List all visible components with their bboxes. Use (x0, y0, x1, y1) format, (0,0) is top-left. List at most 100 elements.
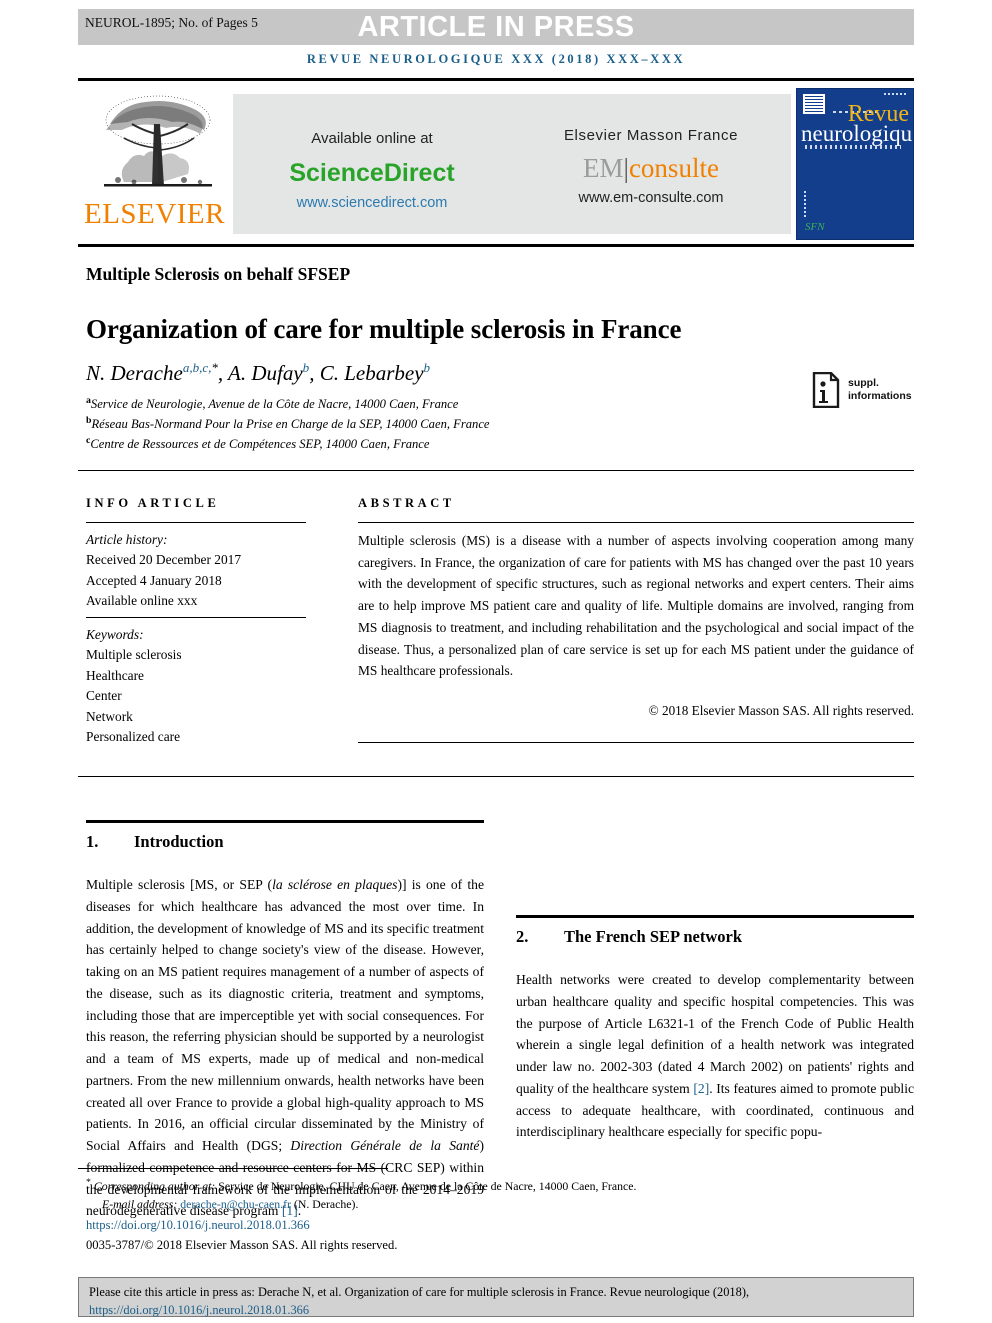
affiliation-text: Service de Neurologie, Avenue de la Côte… (90, 397, 459, 412)
article-history-block: Article history: Received 20 December 20… (86, 530, 316, 612)
info-article-heading: INFO ARTICLE (86, 496, 220, 510)
supplementary-line-2: informations (848, 389, 912, 402)
corresponding-author-address: Service de Neurologie, CHU de Caen, Aven… (215, 1178, 637, 1193)
emconsulte-prefix: EM (583, 153, 624, 183)
email-footnote: E-mail address: derache-n@chu-caen.fr (N… (86, 1195, 876, 1213)
cite-this-article-box: Please cite this article in press as: De… (78, 1277, 914, 1317)
body-column-left: 1. Introduction Multiple sclerosis [MS, o… (86, 820, 484, 1236)
affiliation-text: Réseau Bas-Normand Pour la Prise en Char… (91, 417, 490, 431)
sciencedirect-url-link[interactable]: www.sciencedirect.com (233, 195, 511, 211)
intro-italic-term: la sclérose en plaques (272, 877, 398, 892)
elsevier-wordmark: ELSEVIER (84, 198, 225, 230)
document-info-icon (812, 372, 840, 408)
cover-society-logo: SFN (805, 221, 825, 233)
network-paragraph: Health networks were created to develop … (516, 969, 914, 1143)
network-text-a: Health networks were created to develop … (516, 972, 914, 1096)
section-number: 1. (86, 832, 99, 851)
affiliation-item: aService de Neurologie, Avenue de la Côt… (86, 394, 806, 414)
introduction-paragraph: Multiple sclerosis [MS, or SEP (la sclér… (86, 874, 484, 1222)
keyword-item: Healthcare (86, 667, 144, 683)
elsevier-masson-france-label: Elsevier Masson France (563, 127, 739, 144)
body-column-right: 2. The French SEP network Health networks… (516, 820, 914, 1157)
elsevier-tree-icon (104, 95, 212, 187)
accepted-date: Accepted 4 January 2018 (86, 572, 222, 588)
cover-badge-icon (803, 94, 825, 114)
section-title: The French SEP network (564, 927, 742, 946)
publisher-banner: ELSEVIER Available online at ScienceDire… (78, 86, 914, 241)
rule-above-footnotes (78, 1168, 388, 1169)
affiliation-item: cCentre de Ressources et de Compétences … (86, 434, 806, 454)
keyword-item: Personalized care (86, 728, 181, 744)
rule-info-top (86, 522, 306, 523)
cite-doi-link[interactable]: https://doi.org/10.1016/j.neurol.2018.01… (89, 1303, 309, 1317)
journal-running-head: REVUE NEUROLOGIQUE XXX (2018) XXX–XXX (306, 52, 686, 66)
section-number: 2. (516, 927, 529, 946)
section-heading-network: 2. The French SEP network (516, 927, 914, 947)
cite-text-body: Please cite this article in press as: De… (89, 1285, 750, 1299)
cite-this-article-text: Please cite this article in press as: De… (89, 1284, 901, 1319)
author-name: C. Lebarbey (319, 361, 424, 385)
sciencedirect-wordmark: ScienceDirect (289, 159, 455, 187)
author-separator: , (217, 361, 229, 385)
citation-link-2[interactable]: [2] (693, 1081, 709, 1096)
affiliation-item: bRéseau Bas-Normand Pour la Prise en Cha… (86, 414, 806, 434)
author-list: N. Derachea,b,c,*, A. Dufayb, C. Lebarbe… (86, 360, 786, 386)
manuscript-id-label: NEUROL-1895; No. of Pages 5 (85, 15, 258, 30)
author-name: A. Dufay (228, 361, 303, 385)
affiliation-list: aService de Neurologie, Avenue de la Côt… (86, 394, 806, 453)
cover-spine-mark (804, 189, 806, 217)
author-affiliation-marks: a,b,c, (182, 360, 212, 375)
page-title: Organization of care for multiple sclero… (86, 314, 682, 345)
journal-cover-thumbnail: Revue neurologique SFN (796, 88, 914, 240)
author-affiliation-marks: b (423, 360, 431, 375)
supplementary-information-badge[interactable]: suppl. informations (812, 372, 922, 416)
affiliation-text: Centre de Ressources et de Compétences S… (90, 436, 430, 451)
footnote-block: * Corresponding author at: Service de Ne… (86, 1175, 876, 1256)
keyword-item: Network (86, 708, 133, 724)
footnote-star-marker: * (86, 1177, 91, 1188)
author-entry: C. Lebarbeyb (319, 360, 431, 385)
cover-title-neurologique: neurologique (801, 121, 914, 146)
email-owner: (N. Derache). (290, 1197, 359, 1212)
issn-copyright-line: 0035-3787/© 2018 Elsevier Masson SAS. Al… (86, 1238, 398, 1253)
keywords-block: Keywords: Multiple sclerosis Healthcare … (86, 625, 316, 747)
corresponding-author-footnote: * Corresponding author at: Service de Ne… (86, 1175, 876, 1195)
cover-topright-mark (884, 93, 908, 95)
abstract-copyright: © 2018 Elsevier Masson SAS. All rights r… (648, 703, 914, 718)
keyword-item: Center (86, 688, 122, 704)
author-separator: , (309, 361, 320, 385)
rule-below-running-head (78, 78, 914, 81)
corresponding-author-label: Corresponding author at: (93, 1178, 216, 1193)
article-history-label: Article history: (86, 532, 168, 547)
supplementary-label: suppl. informations (848, 377, 912, 403)
emconsulte-url-link[interactable]: www.em-consulte.com (511, 190, 791, 206)
emconsulte-wordmark: EM|consulte (511, 153, 791, 184)
author-entry: A. Dufayb (228, 360, 309, 385)
author-name: N. Derache (86, 361, 183, 385)
emconsulte-suffix: consulte (628, 153, 719, 183)
section-heading-introduction: 1. Introduction (86, 832, 484, 852)
email-link[interactable]: derache-n@chu-caen.fr (180, 1197, 291, 1211)
keyword-item: Multiple sclerosis (86, 647, 182, 663)
supplementary-line-1: suppl. (848, 377, 879, 389)
rule-above-info-abstract (78, 470, 914, 472)
series-label: Multiple Sclerosis on behalf SFSEP (86, 264, 351, 284)
intro-italic-term-2: Direction Générale de la Santé (290, 1138, 480, 1153)
intro-text-a: Multiple sclerosis [MS, or SEP ( (86, 877, 273, 892)
received-date: Received 20 December 2017 (86, 552, 242, 568)
cover-subtitle-rule (805, 145, 901, 149)
emconsulte-block: Elsevier Masson France EM|consulte www.e… (511, 94, 791, 234)
abstract-text: Multiple sclerosis (MS) is a disease wit… (358, 533, 914, 679)
rule-abstract-bottom (358, 742, 914, 743)
rule-info-keywords (86, 617, 306, 618)
section-title: Introduction (134, 832, 224, 851)
keywords-label: Keywords: (86, 627, 144, 642)
intro-text-b: )] is one of the diseases for which heal… (86, 877, 484, 1153)
availability-panel: Available online at ScienceDirect www.sc… (233, 94, 791, 234)
doi-link[interactable]: https://doi.org/10.1016/j.neurol.2018.01… (86, 1216, 876, 1236)
available-online-date: Available online xxx (86, 593, 198, 609)
abstract-heading: ABSTRACT (358, 496, 455, 510)
author-entry: N. Derachea,b,c,* (86, 360, 218, 385)
sciencedirect-block: Available online at ScienceDirect www.sc… (233, 94, 511, 234)
available-online-label: Available online at (311, 130, 433, 147)
